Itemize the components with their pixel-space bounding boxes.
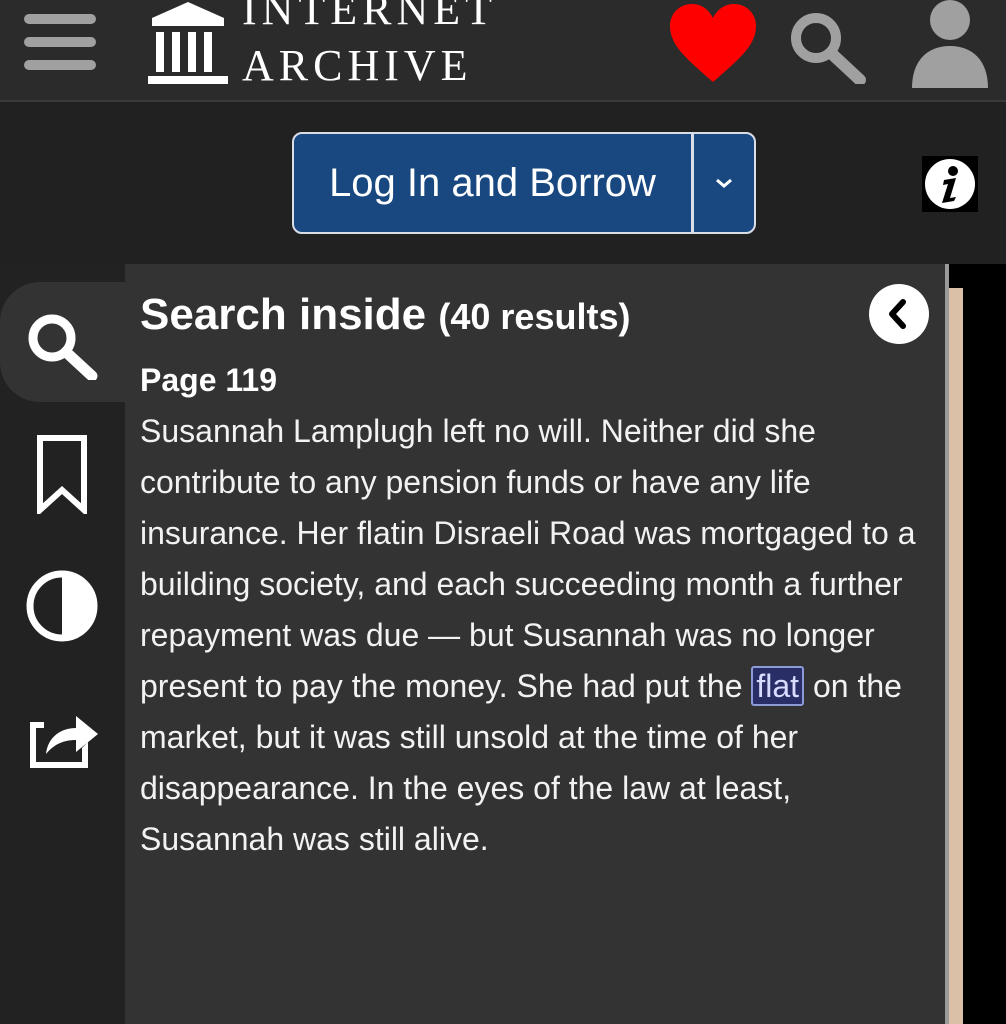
archive-logo-icon bbox=[148, 2, 228, 84]
logo-text-archive: ARCHIVE bbox=[242, 41, 473, 90]
internet-archive-logo[interactable]: INTERNET ARCHIVE bbox=[146, 0, 546, 92]
bookmark-icon bbox=[37, 435, 87, 514]
search-icon[interactable] bbox=[786, 10, 870, 84]
result-page-number: Page 119 bbox=[140, 362, 277, 398]
panel-title: Search inside (40 results) bbox=[140, 288, 630, 344]
nav-search-button[interactable] bbox=[0, 282, 125, 402]
hamburger-menu-icon[interactable] bbox=[24, 14, 96, 74]
search-result-item[interactable]: Page 119 Susannah Lamplugh left no will.… bbox=[140, 358, 920, 865]
borrow-bar: Log In and Borrow bbox=[0, 102, 1006, 264]
book-page-preview bbox=[949, 288, 963, 1024]
search-term-highlight: flat bbox=[751, 666, 805, 706]
panel-title-text: Search inside bbox=[140, 290, 427, 339]
logo-text-internet: INTERNET bbox=[242, 0, 498, 34]
results-count: (40 results) bbox=[438, 296, 631, 337]
nav-contrast-button[interactable] bbox=[0, 558, 125, 658]
search-inside-panel: Search inside (40 results) Page 119 Susa… bbox=[125, 264, 945, 1024]
top-header: INTERNET ARCHIVE bbox=[0, 0, 1006, 102]
book-page-edge[interactable] bbox=[945, 264, 1006, 1024]
share-icon bbox=[30, 716, 98, 768]
close-panel-button[interactable] bbox=[869, 284, 929, 344]
search-icon bbox=[28, 314, 98, 380]
contrast-icon bbox=[26, 570, 98, 642]
borrow-button-group: Log In and Borrow bbox=[292, 132, 756, 234]
log-in-and-borrow-button[interactable]: Log In and Borrow bbox=[294, 134, 694, 232]
heart-icon[interactable] bbox=[668, 4, 758, 84]
reader-side-nav bbox=[0, 264, 125, 1024]
snippet-text-before: Susannah Lamplugh left no will. Neither … bbox=[140, 413, 916, 704]
user-icon[interactable] bbox=[910, 0, 990, 90]
result-snippet: Susannah Lamplugh left no will. Neither … bbox=[140, 406, 920, 865]
borrow-options-dropdown[interactable] bbox=[694, 134, 754, 232]
nav-bookmark-button[interactable] bbox=[0, 424, 125, 524]
chevron-left-icon bbox=[889, 299, 906, 329]
chevron-down-icon bbox=[716, 178, 732, 188]
nav-share-button[interactable] bbox=[0, 692, 125, 792]
info-icon[interactable] bbox=[922, 156, 978, 212]
